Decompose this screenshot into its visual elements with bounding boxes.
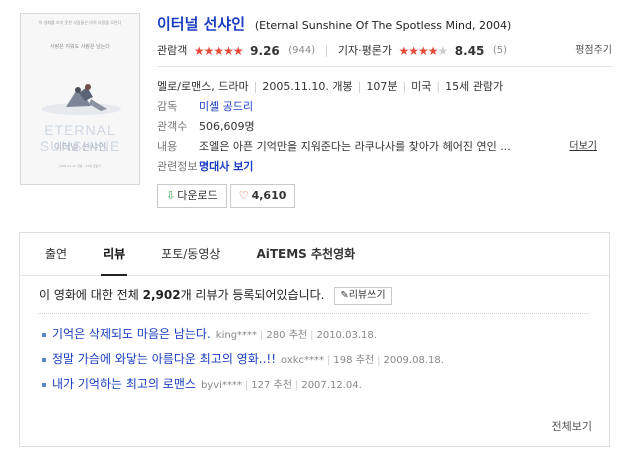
review-item: 내가 기억하는 최고의 로맨스 byvi**** | 127 추천 | 2007.12.0… [42,372,602,397]
poster-korean-title: 이터널 선샤인 [53,143,107,153]
review-title[interactable]: 기억은 삭제되도 마음은 남는다. [52,327,211,341]
title-row: 이터널 선샤인 (Eternal Sunshine Of The Spotles… [157,13,612,35]
rate-movie-link[interactable]: 평점주기 [575,41,612,61]
review-title[interactable]: 정말 가슴에 와닿는 아름다운 최고의 영화..!! [52,352,276,366]
tab-recommendations[interactable]: AiTEMS 추천영화 [256,233,355,275]
review-count: 2,902 [142,288,181,302]
tab-cast[interactable]: 출연 [45,233,67,275]
audience-score: 9.26 [250,44,280,58]
audience-rating-label: 관람객 [157,44,188,57]
audience-star-rating: ★★★★★ [193,44,244,58]
tab-reviews[interactable]: 리뷰 [101,233,128,276]
audience-count-row: 관객수 506,609명 [157,117,612,137]
runtime: 107분 [366,80,398,93]
review-date: 2010.03.18. [316,330,377,341]
movie-poster[interactable]: 이 영화를 보지 못한 사람들은 아직 사랑을 모른다 사랑은 지워도 사랑은 … [20,13,140,185]
director-link[interactable]: 미셸 공드리 [199,100,253,113]
age-rating[interactable]: 15세 관람가 [445,80,503,93]
tab-bar: 출연 리뷰 포토/동영상 AiTEMS 추천영화 [20,233,609,276]
heart-icon: ♡ [238,189,249,202]
review-item: 정말 가슴에 와닿는 아름다운 최고의 영화..!! oxkc**** | 198 추… [42,347,602,372]
country[interactable]: 미국 [411,80,431,93]
review-date: 2007.12.04. [301,380,362,391]
review-recommend: 198 추천 [333,355,375,366]
divider [39,313,589,314]
critic-rating-label: 기자·평론가 [337,44,392,57]
review-user: byvi**** [200,380,242,391]
download-label: 다운로드 [177,189,218,202]
audience-total: 506,609명 [199,120,255,133]
rating-row: 관람객 ★★★★★ 9.26 (944) | 기자·평론가 ★★★★★ 8.45… [157,41,612,61]
bullet-icon [42,383,46,387]
poster-tagline: 이 영화를 보지 못한 사람들은 아직 사랑을 모른다 [38,20,122,25]
related-row: 관련정보 명대사 보기 [157,157,612,177]
famous-lines-link[interactable]: 명대사 보기 [199,160,253,173]
poster-subtitle: 사랑은 지워도 사랑은 남는다 [50,44,110,50]
movie-title[interactable]: 이터널 선샤인 [157,15,245,33]
related-label: 관련정보 [157,160,198,173]
tab-panel: 출연 리뷰 포토/동영상 AiTEMS 추천영화 이 영화에 대한 전체 2,902개… [19,232,610,447]
movie-meta: 멜로/로맨스, 드라마 | 2005.11.10. 개봉 | 107분 | 미국 | 15세 관… [157,77,612,177]
pencil-icon: ✎ [340,289,349,301]
audience-rating-count: (944) [288,45,316,56]
review-summary: 이 영화에 대한 전체 2,902개 리뷰가 등록되어있습니다. ✎리뷰쓰기 [39,286,392,305]
review-date: 2009.08.18. [383,355,444,366]
review-item: 기억은 삭제되도 마음은 남는다. king**** | 280 추천 | 2010.03… [42,322,602,347]
download-button[interactable]: ⇩ 다운로드 [157,184,227,208]
review-user: oxkc**** [281,355,325,366]
review-meta: byvi**** | 127 추천 | 2007.12.04. [200,380,362,391]
action-buttons: ⇩ 다운로드 ♡ 4,610 [157,184,298,208]
poster-credits: 2005.11.10 개봉 · 15세 관람가 [58,164,102,168]
tab-photos-videos[interactable]: 포토/동영상 [161,233,220,275]
review-list: 기억은 삭제되도 마음은 남는다. king**** | 280 추천 | 2010.03… [42,322,602,397]
like-button[interactable]: ♡ 4,610 [229,184,296,208]
review-title[interactable]: 내가 기억하는 최고의 로맨스 [52,377,196,391]
movie-original-title: (Eternal Sunshine Of The Spotless Mind, … [254,19,512,32]
summary-prefix: 이 영화에 대한 전체 [39,288,139,302]
movie-info: 이터널 선샤인 (Eternal Sunshine Of The Spotles… [157,13,612,208]
critic-rating-count: (5) [492,45,508,56]
review-meta: oxkc**** | 198 추천 | 2009.08.18. [281,355,444,366]
review-recommend: 127 추천 [251,380,292,391]
release-date[interactable]: 2005.11.10. 개봉 [262,80,352,93]
critic-score: 8.45 [454,44,485,58]
audience-total-label: 관객수 [157,120,188,133]
divider: | [324,44,329,57]
plot-summary: 조엘은 아픈 기억만을 지워준다는 라쿠나사를 찾아가 헤어진 연인 ... [199,140,511,153]
genre[interactable]: 멜로/로맨스, 드라마 [157,80,249,93]
download-icon: ⇩ [166,189,176,202]
critic-star-rating: ★★★★★ [398,44,449,58]
summary-suffix: 개 리뷰가 등록되어있습니다. [180,288,325,302]
like-count: 4,610 [251,189,287,202]
director-row: 감독 미셸 공드리 [157,97,612,117]
bullet-icon [42,358,46,362]
spec-row: 멜로/로맨스, 드라마 | 2005.11.10. 개봉 | 107분 | 미국 | 15세 관… [157,80,504,93]
review-meta: king**** | 280 추천 | 2010.03.18. [215,330,377,341]
bullet-icon [42,333,46,337]
review-recommend: 280 추천 [266,330,308,341]
view-all-reviews-link[interactable]: 전체보기 [552,418,592,434]
director-label: 감독 [157,100,178,113]
divider [157,66,612,67]
more-link[interactable]: 더보기 [569,137,597,157]
plot-label: 내용 [157,140,178,153]
write-review-label: 리뷰쓰기 [348,289,386,301]
plot-row: 내용 조엘은 아픈 기억만을 지워준다는 라쿠나사를 찾아가 헤어진 연인 ...… [157,137,612,157]
write-review-button[interactable]: ✎리뷰쓰기 [334,286,392,305]
review-user: king**** [215,330,258,341]
poster-figures-image [41,84,121,115]
